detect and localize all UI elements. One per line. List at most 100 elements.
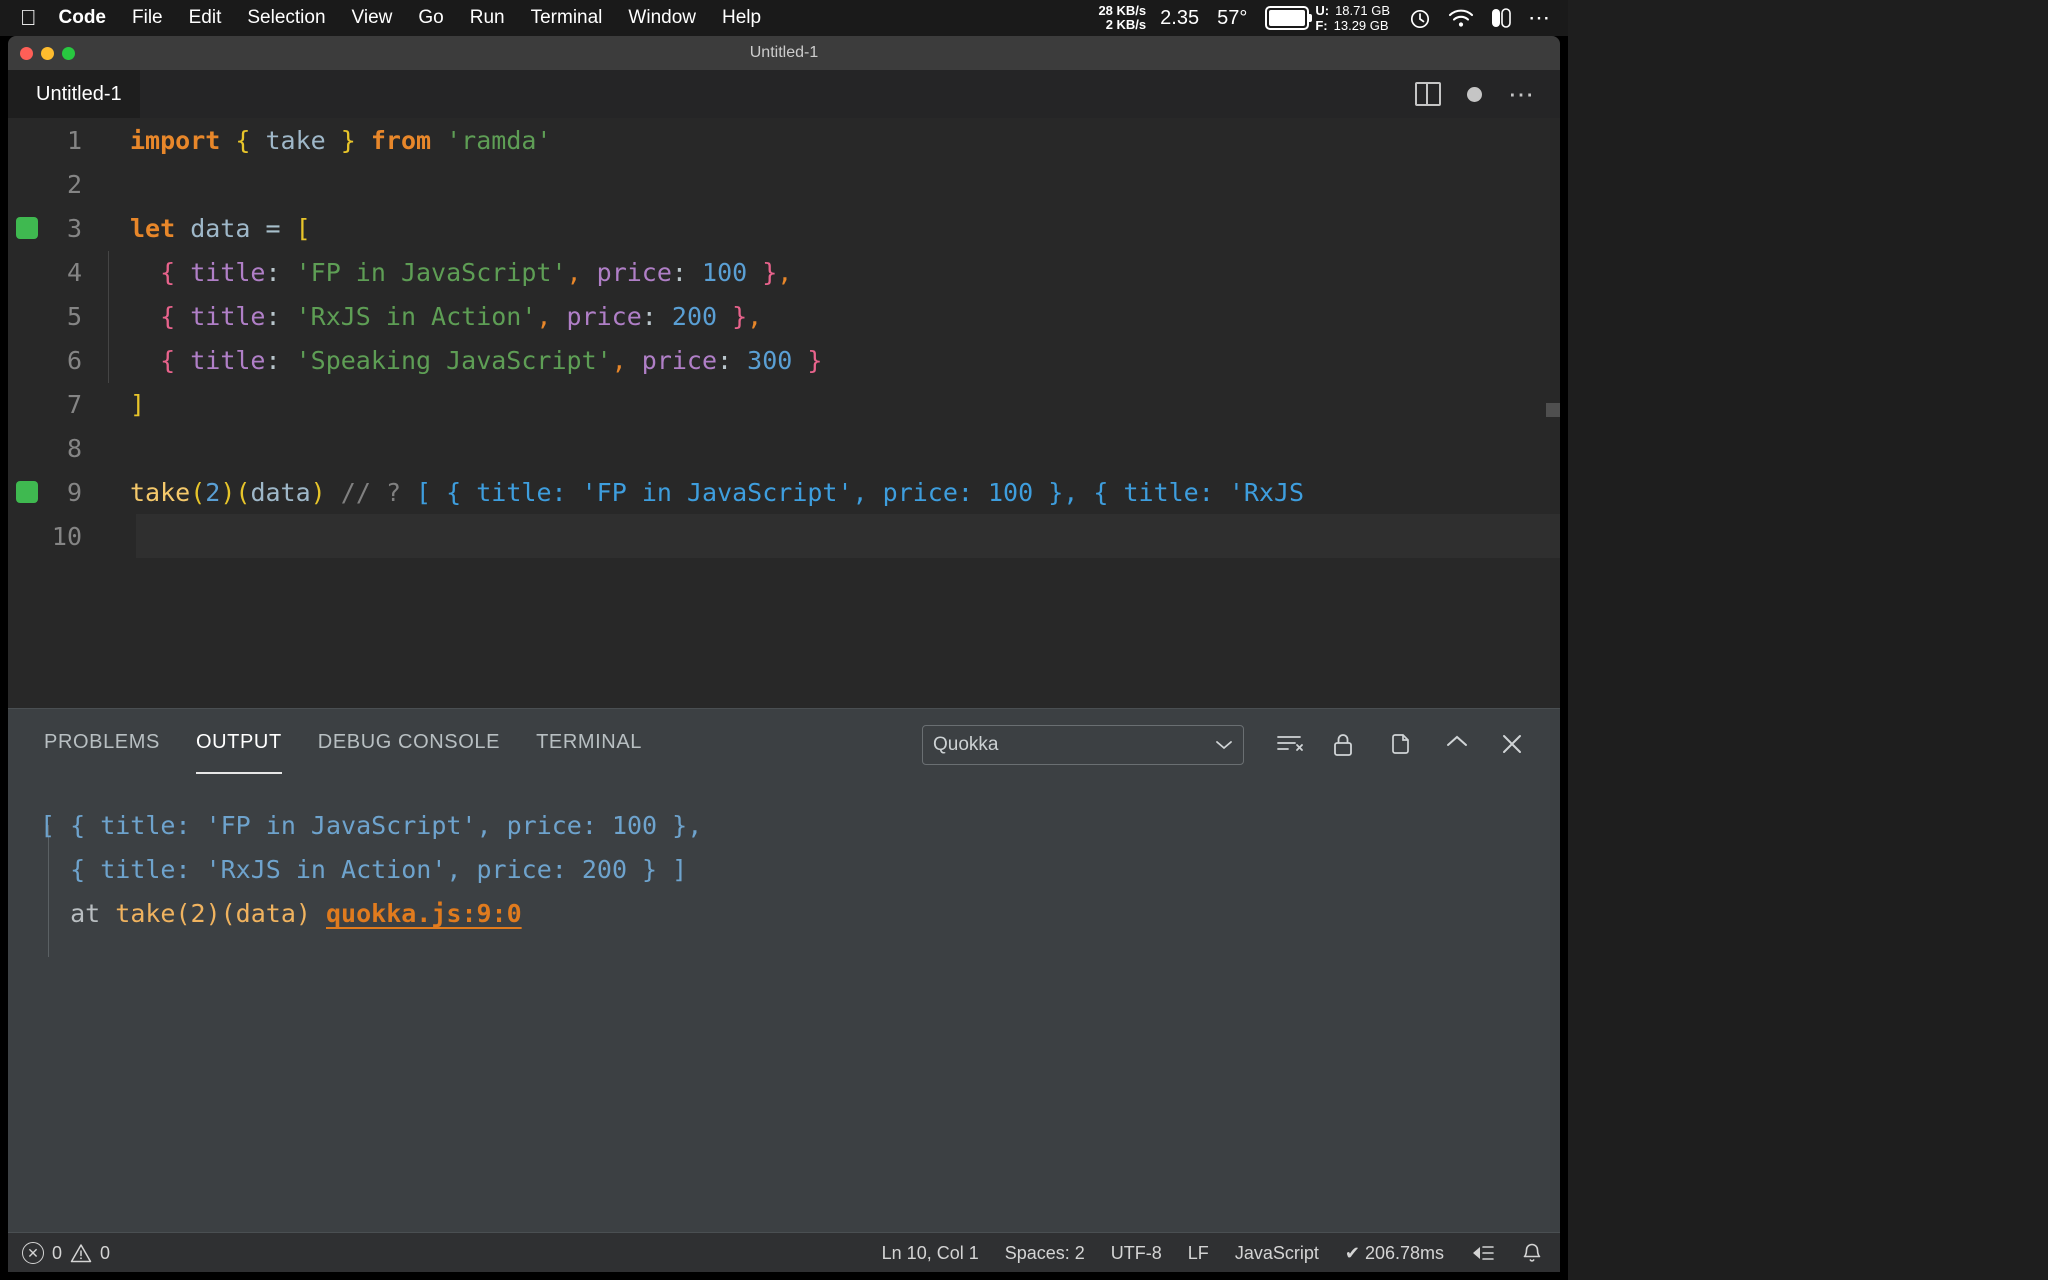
token-price-value: 300 — [747, 345, 793, 375]
token-equals: = — [265, 213, 296, 243]
editor-tab-untitled-1[interactable]: Untitled-1 — [8, 70, 140, 118]
code-line-5: 5 { title: 'RxJS in Action', price: 200 … — [8, 294, 1560, 339]
token-import: import — [130, 125, 221, 155]
token-colon: : — [265, 345, 296, 375]
stopwatch-icon[interactable] — [1408, 6, 1432, 30]
panel-tab-debug-console[interactable]: DEBUG CONSOLE — [318, 731, 500, 760]
unsaved-dot-icon[interactable] — [1467, 86, 1482, 102]
token-paren: )( — [220, 477, 251, 507]
warning-count[interactable]: 0 — [100, 1243, 110, 1264]
token-comma: , — [611, 345, 642, 375]
panel-tab-terminal[interactable]: TERMINAL — [536, 731, 642, 760]
code-line-1: 1 import { take } from 'ramda' — [8, 118, 1560, 162]
quokka-inline-result: [ { title: 'FP in JavaScript', price: 10… — [401, 477, 1305, 507]
window-titlebar: Untitled-1 — [8, 36, 1560, 70]
output-text: [ { title: 'FP in JavaScript', price: 10… — [40, 811, 703, 840]
menu-item-file[interactable]: File — [132, 7, 163, 29]
cpu-load-indicator[interactable]: 2.35 — [1160, 7, 1199, 30]
line-number: 1 — [66, 125, 82, 155]
menu-item-window[interactable]: Window — [628, 7, 696, 29]
token-bracket: [ — [295, 213, 311, 243]
memory-indicator[interactable]: U: 18.71 GB F: 13.29 GB — [1315, 3, 1390, 33]
eol-setting[interactable]: LF — [1188, 1243, 1209, 1264]
menu-item-view[interactable]: View — [352, 7, 393, 29]
token-comma: , — [566, 257, 597, 287]
quokka-execution-time[interactable]: ✔ 206.78ms — [1345, 1243, 1444, 1264]
token-comma: , — [747, 301, 763, 331]
line-number: 7 — [66, 389, 82, 419]
battery-icon[interactable] — [1265, 6, 1313, 30]
menu-item-terminal[interactable]: Terminal — [531, 7, 603, 29]
error-circle-icon[interactable]: ✕ — [22, 1242, 44, 1264]
menu-item-go[interactable]: Go — [418, 7, 443, 29]
apple-logo-icon[interactable]:  — [20, 7, 37, 29]
chevron-down-icon — [1215, 739, 1233, 751]
control-center-icon[interactable] — [1490, 7, 1512, 29]
output-content[interactable]: [ { title: 'FP in JavaScript', price: 10… — [8, 781, 1560, 1232]
code-line-4: 4 { title: 'FP in JavaScript', price: 10… — [8, 250, 1560, 295]
token-price-value: 100 — [702, 257, 748, 287]
output-at-label: at — [40, 899, 116, 928]
output-source-link[interactable]: quokka.js:9:0 — [326, 899, 522, 928]
network-upload-speed: 28 KB/s — [1098, 3, 1147, 18]
memory-free-label: F: — [1315, 18, 1328, 33]
token-comma: , — [777, 257, 793, 287]
status-bar-right: Ln 10, Col 1 Spaces: 2 UTF-8 LF JavaScri… — [882, 1242, 1542, 1264]
menu-item-code[interactable]: Code — [59, 7, 107, 29]
network-speed-indicator[interactable]: 28 KB/s 2 KB/s — [1098, 4, 1146, 32]
token-curly: { — [160, 301, 191, 331]
code-content: { title: 'Speaking JavaScript', price: 3… — [108, 338, 1560, 383]
close-panel-icon[interactable] — [1500, 732, 1526, 758]
token-curly: { — [160, 345, 191, 375]
token-price-key: price — [641, 345, 718, 375]
code-line-7: 7 ] — [8, 382, 1560, 426]
bottom-panel: PROBLEMS OUTPUT DEBUG CONSOLE TERMINAL Q… — [8, 708, 1560, 1232]
indent-guide — [108, 294, 109, 339]
output-line-2: { title: 'RxJS in Action', price: 200 } … — [40, 855, 1560, 899]
screen:  Code File Edit Selection View Go Run T… — [0, 0, 1568, 1280]
line-number: 6 — [66, 345, 82, 375]
code-editor[interactable]: 1 import { take } from 'ramda' 2 3 let d… — [8, 118, 1560, 708]
cursor-position[interactable]: Ln 10, Col 1 — [882, 1243, 979, 1264]
token-title-value: 'FP in JavaScript' — [295, 257, 567, 287]
vscode-window: Untitled-1 ⋯ 1 import { take } from 'ram… — [8, 70, 1560, 1272]
macos-menu-bar:  Code File Edit Selection View Go Run T… — [0, 0, 1568, 36]
panel-tab-problems[interactable]: PROBLEMS — [44, 731, 160, 760]
language-mode[interactable]: JavaScript — [1235, 1243, 1319, 1264]
maximize-panel-icon[interactable] — [1444, 732, 1470, 758]
code-content: { title: 'FP in JavaScript', price: 100 … — [108, 250, 1560, 295]
more-actions-icon[interactable]: ⋯ — [1508, 81, 1536, 107]
clear-output-icon[interactable] — [1276, 732, 1303, 758]
quokka-run-indicator-icon[interactable] — [16, 217, 38, 239]
remote-window-icon[interactable] — [1470, 1243, 1496, 1263]
menu-item-selection[interactable]: Selection — [247, 7, 325, 29]
temperature-indicator[interactable]: 57° — [1217, 7, 1247, 30]
indent-guide — [108, 250, 109, 295]
output-text: { title: 'RxJS in Action', price: 200 } … — [40, 855, 688, 884]
menu-item-run[interactable]: Run — [470, 7, 505, 29]
lock-scroll-icon[interactable] — [1332, 732, 1358, 758]
error-count[interactable]: 0 — [52, 1243, 62, 1264]
menu-item-edit[interactable]: Edit — [189, 7, 222, 29]
encoding-setting[interactable]: UTF-8 — [1111, 1243, 1162, 1264]
wifi-icon[interactable] — [1448, 8, 1474, 28]
menu-item-help[interactable]: Help — [722, 7, 761, 29]
token-curly: } — [792, 345, 823, 375]
split-editor-icon[interactable] — [1415, 82, 1441, 106]
window-title: Untitled-1 — [749, 44, 819, 61]
open-in-editor-icon[interactable] — [1388, 732, 1414, 758]
quokka-run-indicator-icon[interactable] — [16, 481, 38, 503]
output-line-3: at take(2)(data) quokka.js:9:0 — [40, 899, 1560, 943]
output-channel-select[interactable]: Quokka — [922, 725, 1244, 765]
token-data: data — [175, 213, 266, 243]
warning-triangle-icon[interactable] — [70, 1243, 92, 1263]
ellipsis-icon[interactable]: ⋯ — [1528, 7, 1552, 29]
token-curly: } — [717, 301, 748, 331]
code-line-10: 10 — [8, 514, 1560, 558]
token-module-string: 'ramda' — [431, 125, 552, 155]
editor-tab-label: Untitled-1 — [36, 82, 122, 105]
indentation-setting[interactable]: Spaces: 2 — [1005, 1243, 1085, 1264]
notifications-bell-icon[interactable] — [1522, 1242, 1542, 1264]
panel-tab-output[interactable]: OUTPUT — [195, 731, 282, 774]
token-data: data — [250, 477, 311, 507]
